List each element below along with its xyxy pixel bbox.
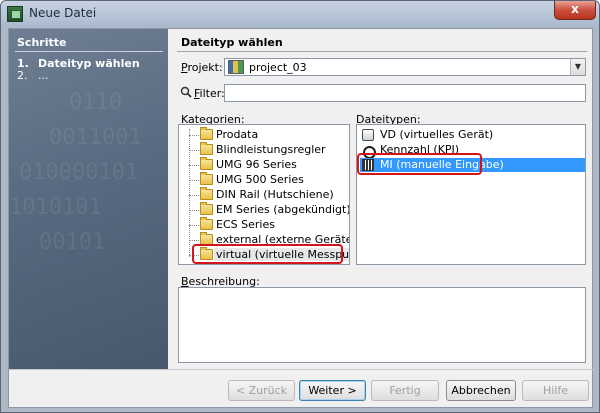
- page-title: Dateityp wählen: [181, 36, 283, 49]
- steps-divider: [15, 51, 163, 52]
- folder-icon: [200, 142, 213, 155]
- folder-icon: [200, 157, 213, 170]
- dialog-body: 0110 0011001 010000101 1010101 00101 Sch…: [8, 28, 594, 408]
- description-field[interactable]: [178, 287, 586, 363]
- folder-icon: [200, 217, 213, 230]
- step-label: ...: [38, 69, 49, 82]
- highlight-annotation-file-type: [357, 153, 482, 175]
- step-2: 2....: [17, 69, 49, 82]
- steps-title: Schritte: [17, 36, 67, 49]
- svg-text:0011001: 0011001: [49, 125, 142, 150]
- folder-icon: [200, 127, 213, 140]
- search-icon: [180, 86, 192, 98]
- virtual-device-icon: [362, 129, 374, 141]
- close-button[interactable]: x: [554, 1, 596, 20]
- project-dropdown[interactable]: project_03 ▼: [224, 58, 586, 76]
- filter-label: Filter:: [194, 87, 225, 100]
- folder-icon: [200, 202, 213, 215]
- next-button[interactable]: Weiter >: [299, 380, 366, 401]
- title-bar[interactable]: Neue Datei x: [1, 1, 599, 27]
- step-label: Dateityp wählen: [38, 57, 140, 70]
- svg-text:010000101: 010000101: [19, 160, 138, 185]
- new-file-dialog: Neue Datei x 0110 0011001 010000101 1010…: [0, 0, 600, 413]
- file-type-vd[interactable]: VD (virtuelles Gerät): [360, 128, 585, 142]
- svg-text:0110: 0110: [69, 90, 122, 115]
- file-types-list[interactable]: VD (virtuelles Gerät) Kennzahl (KPI) MI …: [356, 124, 586, 265]
- folder-icon: [200, 187, 213, 200]
- app-icon: [7, 6, 23, 22]
- tree-connector: [189, 129, 190, 257]
- project-icon: [228, 60, 244, 74]
- finish-button[interactable]: Fertig: [371, 380, 439, 401]
- project-value: project_03: [249, 61, 307, 74]
- filter-input[interactable]: [224, 84, 586, 102]
- svg-text:1010101: 1010101: [9, 195, 102, 220]
- categories-tree[interactable]: Prodata Blindleistungsregler UMG 96 Seri…: [178, 124, 350, 265]
- window-title: Neue Datei: [29, 6, 97, 20]
- folder-icon: [200, 172, 213, 185]
- svg-text:00101: 00101: [39, 230, 105, 255]
- project-label: Projekt:: [181, 61, 223, 74]
- step-number: 2.: [17, 69, 28, 82]
- chevron-down-icon[interactable]: ▼: [570, 59, 585, 75]
- highlight-annotation-category: [192, 244, 343, 264]
- footer-divider: [9, 369, 594, 370]
- help-button[interactable]: Hilfe: [522, 380, 589, 401]
- title-divider: [177, 51, 587, 52]
- cancel-button[interactable]: Abbrechen: [446, 380, 516, 401]
- back-button[interactable]: < Zurück: [228, 380, 295, 401]
- steps-panel: 0110 0011001 010000101 1010101 00101 Sch…: [9, 29, 168, 369]
